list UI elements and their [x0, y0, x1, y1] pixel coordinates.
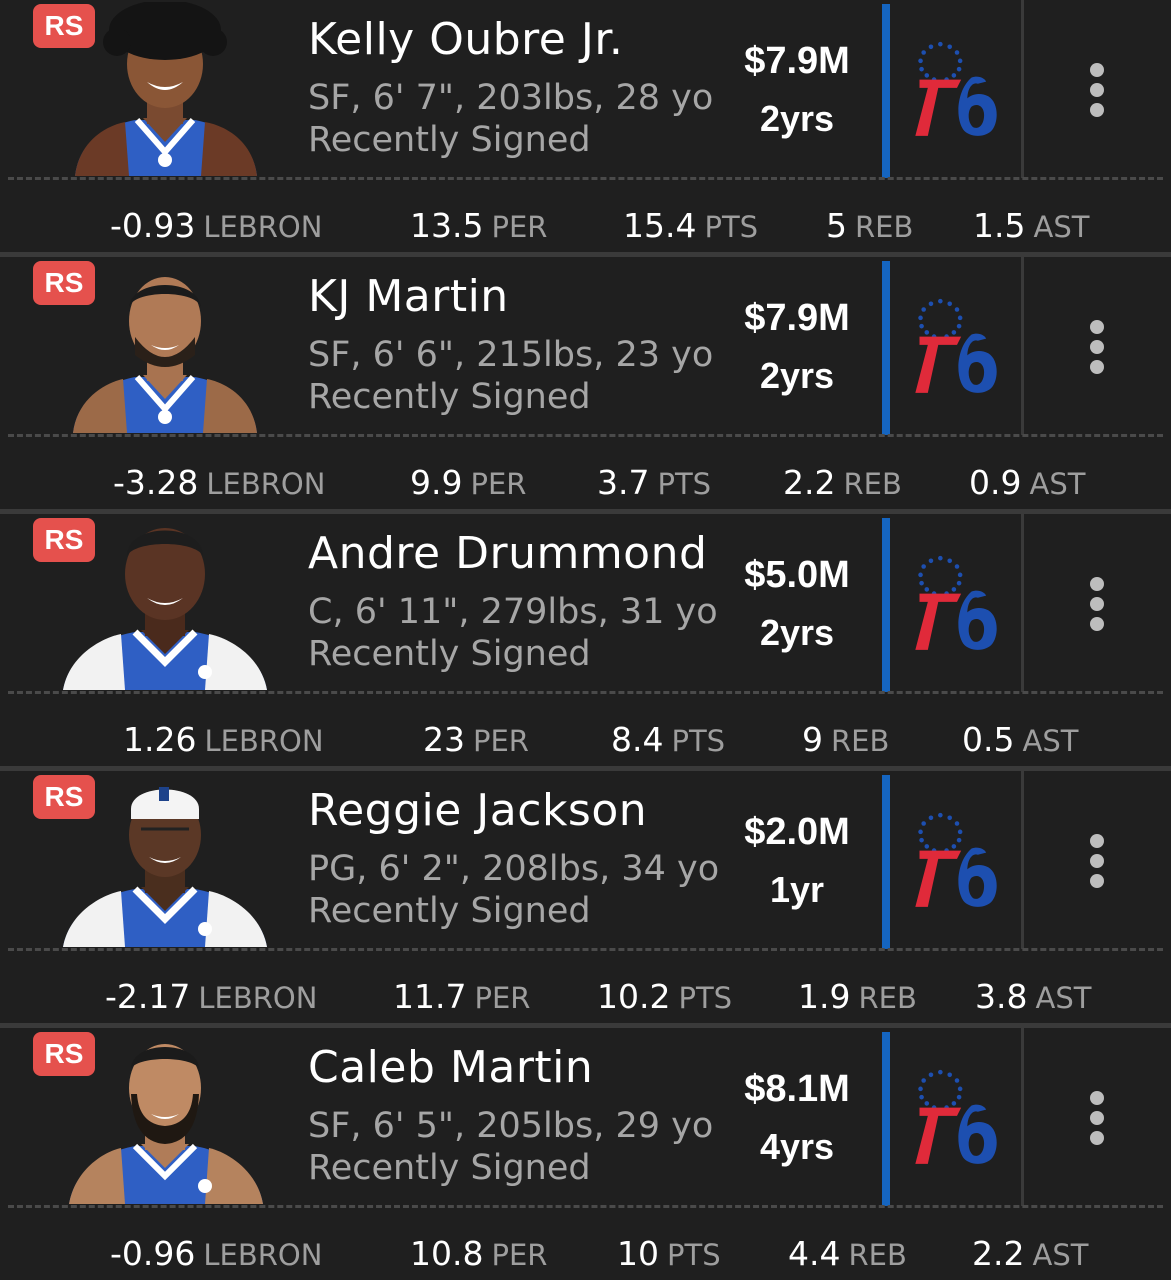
contract-status: Recently Signed: [308, 634, 591, 674]
dashed-divider: [8, 177, 1163, 180]
team-color-bar: [882, 518, 890, 692]
contract-years: 2yrs: [759, 612, 835, 653]
team-color-bar: [882, 261, 890, 435]
divider: [1021, 0, 1024, 178]
player-card[interactable]: RS Andre Drummond C, 6' 11", 279lbs, 31 …: [0, 514, 1171, 768]
recently-signed-badge: RS: [33, 261, 95, 305]
team-color-bar: [882, 4, 890, 178]
dashed-divider: [8, 691, 1163, 694]
stat-pts: 15.4 PTS: [623, 206, 759, 245]
stat-per: 9.9 PER: [410, 463, 527, 502]
player-name[interactable]: Caleb Martin: [308, 1042, 593, 1093]
stat-reb: 9 REB: [802, 720, 890, 759]
stat-per: 10.8 PER: [410, 1234, 548, 1273]
stat-pts: 3.7 PTS: [597, 463, 712, 502]
contract-years: 1yr: [769, 869, 825, 910]
player-name[interactable]: Kelly Oubre Jr.: [308, 14, 623, 65]
more-vert-icon[interactable]: [1070, 821, 1124, 901]
player-info: SF, 6' 6", 215lbs, 23 yo: [308, 335, 714, 375]
stat-lebron: 1.26 LEBRON: [123, 720, 324, 759]
sixers-logo-icon[interactable]: [910, 40, 1004, 140]
contract-salary: $2.0M: [744, 811, 850, 853]
contract-status: Recently Signed: [308, 120, 591, 160]
player-card[interactable]: RS Reggie Jackson PG, 6' 2", 208lbs, 34 …: [0, 771, 1171, 1025]
contract-salary: $5.0M: [744, 554, 850, 596]
dashed-divider: [8, 434, 1163, 437]
player-card[interactable]: RS KJ Martin SF, 6' 6", 215lbs, 23 yo Re…: [0, 257, 1171, 511]
more-vert-icon[interactable]: [1070, 50, 1124, 130]
player-info: SF, 6' 7", 203lbs, 28 yo: [308, 78, 714, 118]
player-name[interactable]: Andre Drummond: [308, 528, 707, 579]
stat-lebron: -3.28 LEBRON: [113, 463, 326, 502]
recently-signed-badge: RS: [33, 4, 95, 48]
divider: [1021, 257, 1024, 435]
recently-signed-badge: RS: [33, 775, 95, 819]
stat-pts: 8.4 PTS: [611, 720, 726, 759]
stat-reb: 2.2 REB: [783, 463, 902, 502]
stat-ast: 0.5 AST: [962, 720, 1079, 759]
contract-years: 2yrs: [759, 98, 835, 139]
dashed-divider: [8, 948, 1163, 951]
stat-ast: 1.5 AST: [973, 206, 1090, 245]
player-info: SF, 6' 5", 205lbs, 29 yo: [308, 1106, 714, 1146]
player-name[interactable]: Reggie Jackson: [308, 785, 647, 836]
stat-pts: 10 PTS: [617, 1234, 721, 1273]
player-name[interactable]: KJ Martin: [308, 271, 509, 322]
dashed-divider: [8, 1205, 1163, 1208]
player-card[interactable]: RS Kelly Oubre Jr. SF, 6' 7", 203lbs, 28…: [0, 0, 1171, 254]
more-vert-icon[interactable]: [1070, 564, 1124, 644]
contract-salary: $8.1M: [744, 1068, 850, 1110]
player-info: C, 6' 11", 279lbs, 31 yo: [308, 592, 718, 632]
contract-years: 2yrs: [759, 355, 835, 396]
stat-per: 11.7 PER: [393, 977, 531, 1016]
team-color-bar: [882, 1032, 890, 1206]
recently-signed-badge: RS: [33, 518, 95, 562]
sixers-logo-icon[interactable]: [910, 554, 1004, 654]
divider: [1021, 514, 1024, 692]
stat-lebron: -2.17 LEBRON: [105, 977, 318, 1016]
contract-status: Recently Signed: [308, 891, 591, 931]
contract-salary: $7.9M: [744, 40, 850, 82]
stat-ast: 3.8 AST: [975, 977, 1092, 1016]
contract-years: 4yrs: [759, 1126, 835, 1167]
recently-signed-badge: RS: [33, 1032, 95, 1076]
stat-per: 13.5 PER: [410, 206, 548, 245]
sixers-logo-icon[interactable]: [910, 1068, 1004, 1168]
player-card[interactable]: RS Caleb Martin SF, 6' 5", 205lbs, 29 yo…: [0, 1028, 1171, 1280]
more-vert-icon[interactable]: [1070, 307, 1124, 387]
team-color-bar: [882, 775, 890, 949]
stat-lebron: -0.96 LEBRON: [110, 1234, 323, 1273]
more-vert-icon[interactable]: [1070, 1078, 1124, 1158]
sixers-logo-icon[interactable]: [910, 811, 1004, 911]
contract-salary: $7.9M: [744, 297, 850, 339]
stat-ast: 2.2 AST: [972, 1234, 1089, 1273]
sixers-logo-icon[interactable]: [910, 297, 1004, 397]
contract-status: Recently Signed: [308, 377, 591, 417]
stat-ast: 0.9 AST: [969, 463, 1086, 502]
stat-lebron: -0.93 LEBRON: [110, 206, 323, 245]
stat-pts: 10.2 PTS: [597, 977, 733, 1016]
player-info: PG, 6' 2", 208lbs, 34 yo: [308, 849, 720, 889]
stat-per: 23 PER: [423, 720, 529, 759]
stat-reb: 5 REB: [826, 206, 914, 245]
divider: [1021, 771, 1024, 949]
stat-reb: 1.9 REB: [798, 977, 917, 1016]
stat-reb: 4.4 REB: [788, 1234, 907, 1273]
contract-status: Recently Signed: [308, 1148, 591, 1188]
divider: [1021, 1028, 1024, 1206]
